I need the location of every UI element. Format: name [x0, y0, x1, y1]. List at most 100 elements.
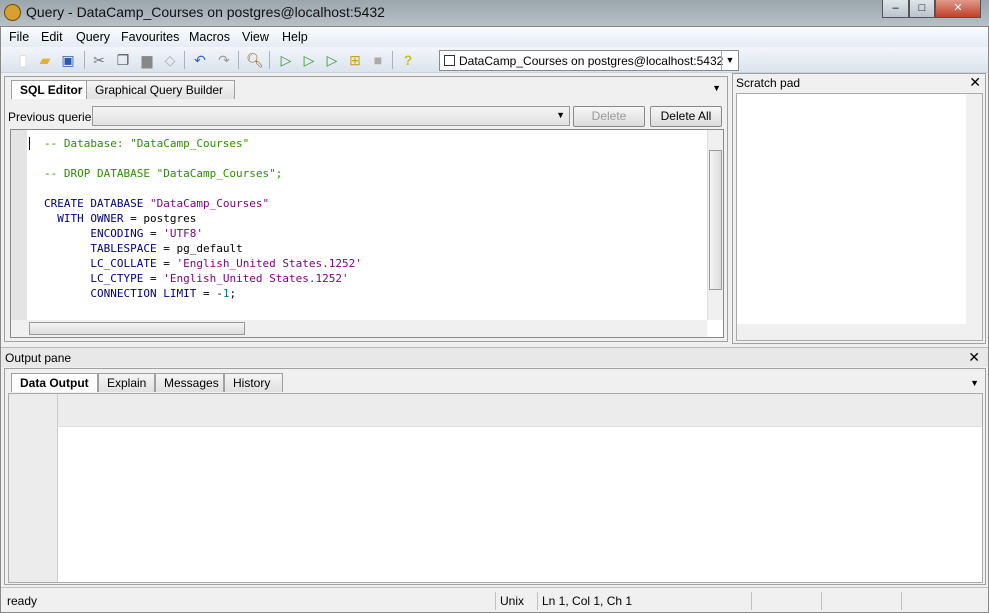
tab-menu-icon[interactable]: ▼ — [712, 83, 721, 93]
undo-icon[interactable]: ↶ — [191, 51, 209, 69]
menu-file[interactable]: File — [9, 30, 29, 44]
clear-icon[interactable]: ◇ — [161, 51, 179, 69]
delete-button[interactable]: Delete — [573, 106, 645, 127]
code-token: "DataCamp_Courses" — [149, 197, 270, 210]
code-token: = — [149, 272, 164, 285]
menu-macros[interactable]: Macros — [189, 30, 230, 44]
title-bar: Query - DataCamp_Courses on postgres@loc… — [0, 0, 989, 26]
paste-icon[interactable]: ▆ — [138, 51, 156, 69]
previous-queries-label: Previous queries — [8, 110, 98, 124]
menu-bar: File Edit Query Favourites Macros View H… — [1, 27, 988, 47]
code-token: -- Database: "DataCamp_Courses" — [44, 137, 250, 150]
checkbox-icon — [444, 55, 455, 66]
tab-history[interactable]: History — [224, 373, 283, 392]
code-token: TABLESPACE — [44, 242, 164, 255]
code-token: = — [163, 257, 177, 270]
connection-select[interactable]: DataCamp_Courses on postgres@localhost:5… — [439, 50, 739, 71]
app-icon — [4, 4, 21, 21]
toolbar: ▮ ▰ ▣ ✂ ❐ ▆ ◇ ↶ ↷ 🔍︎ ▷ ▷ ▷ ⊞ ■ ? DataCam… — [1, 47, 988, 73]
chevron-down-icon: ▼ — [556, 110, 565, 120]
tab-messages[interactable]: Messages — [155, 373, 224, 392]
delete-all-button[interactable]: Delete All — [650, 106, 722, 127]
save-icon[interactable]: ▣ — [59, 51, 77, 69]
tab-sql-editor[interactable]: SQL Editor — [11, 80, 92, 99]
cut-icon[interactable]: ✂ — [90, 51, 108, 69]
data-output-grid[interactable] — [8, 393, 983, 583]
tab-explain[interactable]: Explain — [98, 373, 155, 392]
menu-help[interactable]: Help — [282, 30, 308, 44]
code-line: WITH OWNER = postgres — [44, 211, 362, 226]
code-line: -- Database: "DataCamp_Courses" — [44, 136, 362, 151]
scratch-pad-panel: Scratch pad ✕ — [732, 73, 986, 344]
sql-editor-panel: SQL Editor Graphical Query Builder ▼ Pre… — [4, 76, 728, 342]
code-token: LC_COLLATE — [44, 257, 164, 270]
text-cursor — [29, 137, 30, 150]
explain-icon[interactable]: ⊞ — [346, 51, 364, 69]
status-position: Ln 1, Col 1, Ch 1 — [537, 592, 751, 610]
code-line: CREATE DATABASE "DataCamp_Courses" — [44, 196, 362, 211]
grid-row-header — [9, 394, 58, 582]
status-eol: Unix — [495, 592, 537, 610]
sql-editor[interactable]: -- Database: "DataCamp_Courses" -- DROP D… — [10, 129, 724, 338]
code-line: CONNECTION LIMIT = -1; — [44, 286, 362, 301]
tab-menu-icon[interactable]: ▼ — [970, 378, 979, 388]
code-token: = - — [202, 287, 223, 300]
code-line: LC_COLLATE = 'English_United States.1252… — [44, 256, 362, 271]
scratch-pad-title: Scratch pad — [736, 76, 801, 90]
tab-graphical-query-builder[interactable]: Graphical Query Builder — [86, 80, 235, 99]
code-line: LC_CTYPE = 'English_United States.1252' — [44, 271, 362, 286]
vertical-scrollbar[interactable] — [966, 94, 982, 324]
minimize-button[interactable]: – — [882, 0, 909, 18]
status-bar: ready Unix Ln 1, Col 1, Ch 1 — [1, 587, 988, 612]
horizontal-scrollbar[interactable] — [11, 320, 707, 337]
output-pane-header: Output pane ✕ — [1, 347, 988, 367]
horizontal-scrollbar[interactable] — [737, 324, 982, 340]
code-token: -- DROP DATABASE "DataCamp_Courses"; — [44, 167, 283, 180]
output-pane-title: Output pane — [5, 351, 72, 365]
execute-icon[interactable]: ▷ — [277, 51, 295, 69]
code-token: WITH OWNER — [44, 212, 131, 225]
code-token: = — [149, 227, 164, 240]
chevron-down-icon[interactable]: ▼ — [721, 51, 738, 70]
code-line: TABLESPACE = pg_default — [44, 241, 362, 256]
window-title: Query - DataCamp_Courses on postgres@loc… — [26, 4, 385, 20]
close-button[interactable]: ✕ — [935, 0, 981, 18]
output-panel: Data Output Explain Messages History ▼ — [4, 368, 986, 585]
redo-icon[interactable]: ↷ — [215, 51, 233, 69]
menu-favourites[interactable]: Favourites — [121, 30, 179, 44]
maximize-button[interactable]: □ — [909, 0, 935, 18]
previous-queries-select[interactable]: ▼ — [92, 106, 570, 126]
vertical-scrollbar[interactable] — [707, 130, 723, 320]
editor-gutter — [11, 130, 27, 320]
find-icon[interactable]: 🔍︎ — [246, 51, 264, 69]
tab-data-output[interactable]: Data Output — [11, 373, 98, 392]
help-icon[interactable]: ? — [399, 51, 417, 69]
scratch-pad-textarea[interactable] — [736, 93, 983, 341]
close-icon[interactable]: ✕ — [968, 349, 980, 366]
code-token: 'English_United States.1252' — [163, 272, 349, 285]
menu-query[interactable]: Query — [76, 30, 110, 44]
code-token: CONNECTION LIMIT — [44, 287, 203, 300]
menu-edit[interactable]: Edit — [41, 30, 63, 44]
status-text: ready — [7, 594, 38, 608]
close-icon[interactable]: ✕ — [969, 74, 981, 91]
copy-icon[interactable]: ❐ — [114, 51, 132, 69]
execute-to-file-icon[interactable]: ▷ — [323, 51, 341, 69]
open-folder-icon[interactable]: ▰ — [36, 51, 54, 69]
code-token: 'UTF8' — [163, 227, 203, 240]
code-token: CREATE DATABASE — [44, 197, 150, 210]
sql-code[interactable]: -- Database: "DataCamp_Courses" -- DROP D… — [44, 136, 362, 301]
code-line: -- DROP DATABASE "DataCamp_Courses"; — [44, 166, 362, 181]
code-line: ENCODING = 'UTF8' — [44, 226, 362, 241]
new-file-icon[interactable]: ▮ — [14, 51, 32, 69]
stop-icon[interactable]: ■ — [369, 51, 387, 69]
connection-label: DataCamp_Courses on postgres@localhost:5… — [459, 54, 724, 68]
code-token: ; — [229, 287, 237, 300]
execute-pgscript-icon[interactable]: ▷ — [300, 51, 318, 69]
grid-column-header — [9, 394, 982, 427]
code-token: ENCODING — [44, 227, 150, 240]
menu-view[interactable]: View — [242, 30, 269, 44]
code-token: 'English_United States.1252' — [176, 257, 362, 270]
